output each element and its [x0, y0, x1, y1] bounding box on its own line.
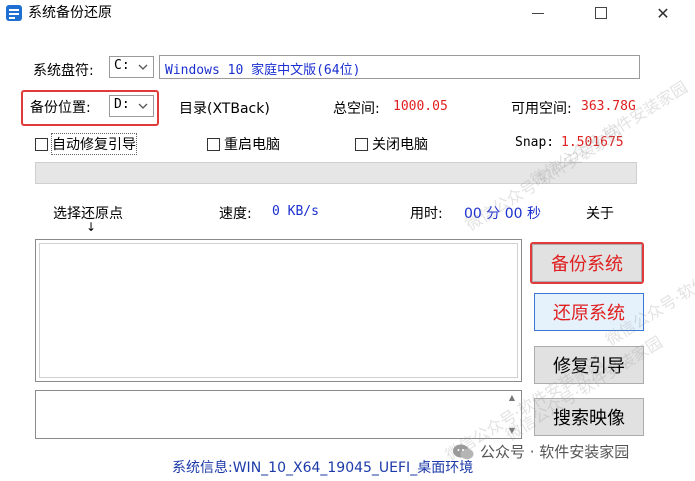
time-label: 用时: — [410, 206, 443, 222]
close-button[interactable]: ✕ — [640, 0, 686, 26]
maximize-icon — [595, 7, 607, 19]
down-arrow-icon: ↓ — [86, 220, 97, 234]
backup-location-label: 备份位置: — [30, 100, 91, 116]
app-icon — [6, 5, 22, 21]
checkbox-box — [35, 137, 48, 151]
shutdown-checkbox[interactable]: 关闭电脑 — [355, 134, 428, 154]
speed-label: 速度: — [219, 206, 252, 222]
backup-location-select[interactable]: D: — [109, 95, 154, 117]
log-textarea[interactable]: ▲ ▼ — [35, 390, 522, 439]
system-drive-label: 系统盘符: — [33, 63, 94, 79]
maximize-button[interactable] — [578, 0, 624, 26]
restart-checkbox[interactable]: 重启电脑 — [207, 134, 280, 154]
checkbox-box — [355, 137, 368, 151]
system-drive-select[interactable]: C: — [109, 56, 154, 78]
auto-repair-boot-label: 自动修复引导 — [51, 133, 137, 155]
backup-location-value: D: — [114, 97, 130, 112]
checkbox-box — [207, 137, 220, 151]
system-info-text: 系统信息:WIN_10_X64_19045_UEFI_桌面环境 — [172, 460, 474, 476]
os-description: Windows 10 家庭中文版(64位) — [165, 63, 361, 78]
close-icon: ✕ — [656, 3, 670, 23]
window-title: 系统备份还原 — [28, 5, 112, 21]
total-space-value: 1000.05 — [393, 99, 448, 114]
minimize-button[interactable] — [515, 0, 561, 26]
auto-repair-boot-checkbox[interactable]: 自动修复引导 — [35, 133, 137, 155]
restore-point-list[interactable] — [35, 239, 522, 382]
minimize-icon — [532, 12, 544, 14]
shutdown-label: 关闭电脑 — [372, 137, 428, 153]
os-description-field: Windows 10 家庭中文版(64位) — [159, 55, 640, 79]
total-space-label: 总空间: — [333, 101, 380, 117]
wechat-icon — [453, 444, 474, 459]
system-drive-value: C: — [114, 58, 130, 73]
restart-label: 重启电脑 — [224, 137, 280, 153]
backup-system-button[interactable]: 备份系统 — [532, 244, 642, 282]
chevron-down-icon — [138, 64, 148, 70]
free-space-label: 可用空间: — [511, 101, 572, 117]
speed-value: 0 KB/s — [272, 204, 319, 219]
snap-label: Snap: — [515, 135, 555, 150]
badge-text: 公众号 · 软件安装家园 — [480, 443, 630, 461]
chevron-down-icon — [138, 103, 148, 109]
about-link[interactable]: 关于 — [586, 203, 614, 223]
directory-label: 目录(XTBack) — [179, 101, 270, 117]
wechat-badge: 公众号 · 软件安装家园 — [452, 441, 629, 462]
